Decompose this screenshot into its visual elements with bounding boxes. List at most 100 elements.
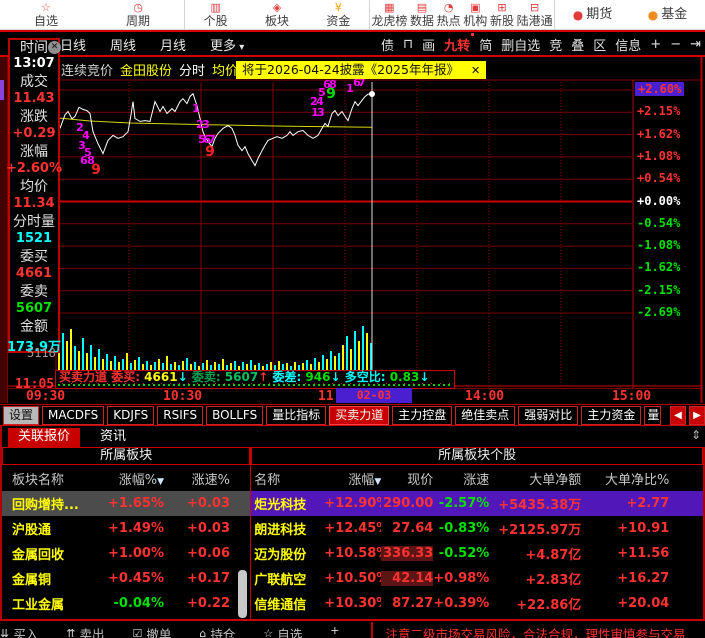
volume-bar [330,351,332,371]
scrollbar-thumb[interactable] [238,570,247,618]
chart-header-seg-0: 连续竞价 [61,64,114,79]
tab-BOLLFS[interactable]: BOLLFS [206,406,264,425]
tab-MACDFS[interactable]: MACDFS [42,406,105,425]
table-row[interactable]: 朗进科技 +12.45% 27.64 -0.83% +2125.97万 +10.91 [251,516,703,541]
remove-watch-menu[interactable]: 删自选 [501,35,540,54]
subtab-关联报价[interactable]: 关联报价 [8,428,81,447]
add-button[interactable]: + [330,622,343,637]
collapse-icon[interactable]: ⇥ [690,37,701,52]
tab-量比指标[interactable]: 量比指标 [266,406,327,425]
quote-panel[interactable]: 时间 ✕ 13:07 成交 11.43 涨跌 +0.29 涨幅 +2.60% 均价 11.34… [6,38,62,355]
power-sparkline [58,384,452,386]
toolbar-item-热点[interactable]: ◔ 热点 [437,2,461,27]
menu-item-日线[interactable]: 日线 [60,35,86,54]
close-icon[interactable]: ✕ [471,64,480,77]
toolbar-item-数据[interactable]: ▤ 数据 [410,2,434,27]
column-header-涨幅%[interactable]: 涨幅%▼ [104,469,164,488]
bond-menu[interactable]: 债 [381,35,394,54]
column-header-现价[interactable]: 现价 [381,469,433,488]
nine-turn-marker-9: 9 [205,144,215,160]
tab-强弱对比[interactable]: 强弱对比 [518,406,579,425]
watchlist-button[interactable]: ☆ 自选 [263,622,302,638]
tab-KDJFS[interactable]: KDJFS [107,406,155,425]
tab-设置[interactable]: 设置 [3,406,40,425]
close-icon[interactable]: ✕ [48,41,61,54]
table-row[interactable]: 金属回收 +1.00% +0.06 [2,541,250,566]
table-cell: 87.27 [392,596,434,611]
simple-menu[interactable]: 简 [479,35,492,54]
sub-tabs: 关联报价 资讯 ⇕ [0,426,705,447]
table-row[interactable]: 沪股通 +1.49% +0.03 [2,516,250,541]
toolbar-item-板块[interactable]: ◈ 板块 [265,2,289,27]
statusbar-divider [371,622,374,638]
tab-绝佳卖点[interactable]: 绝佳卖点 [455,406,516,425]
quote-value-委买: 4661 [15,266,53,281]
toolbar-item-龙虎榜[interactable]: ▦ 龙虎榜 [371,2,407,27]
quote-value-涨幅: +2.60% [6,161,62,176]
axis-label-+2.60%: +2.60% [635,82,685,96]
menu-item-更多[interactable]: 更多 ▾ [210,35,244,54]
toolbar-item-个股[interactable]: ▥ 个股 [204,2,228,27]
table-row[interactable]: 回购增持... +1.65% +0.03 [2,491,251,516]
tabs-scroll-right-icon[interactable]: ▶ [689,406,705,425]
column-header-涨速%[interactable]: 涨速% [164,469,230,488]
subtab-资讯[interactable]: 资讯 [90,428,136,447]
nine-turn-marker-1: 1 [192,102,200,115]
table-row[interactable]: 迈为股份 +10.58%336.33 -0.52% +4.87亿 +11.56 [251,541,703,566]
toolbar-item-机构[interactable]: ▣ 机构 [463,2,487,27]
table-row[interactable]: 广联航空 +10.50%42.14+0.98% +2.83亿 +16.27 [251,566,703,591]
table-cell: +1.00% [108,546,164,561]
quote-value-分时量: 1521 [15,231,53,246]
axis-label-+0.00%: +0.00% [637,193,681,208]
menu-item-周线[interactable]: 周线 [110,35,136,54]
draw-menu[interactable]: 画 [422,35,435,54]
column-header-名称[interactable]: 名称 [254,469,324,488]
chart-header-seg-2: 分时 [179,64,206,79]
tab-量[interactable]: 量 [644,406,662,425]
table-row[interactable]: 工业金属 -0.04% +0.22 [2,591,250,616]
table-cell: +0.22 [187,596,230,611]
toolbar-item-自选[interactable]: ☆ 自选 [34,2,58,27]
cancel-order-button[interactable]: ☑ 撤单 [132,622,171,638]
scroll-toggle-icon[interactable]: ⇕ [691,428,701,442]
toolbar-item-周期[interactable]: ◷ 周期 [126,2,150,27]
tab-主力资金[interactable]: 主力资金 [581,406,642,425]
overlay-menu[interactable]: 叠 [571,35,584,54]
toolbar-item-资金[interactable]: ¥ 资金 [326,2,350,27]
toolbar-item-陆港通[interactable]: ⊟ 陆港通 [517,2,553,27]
ipo-icon: ⊞ [497,1,507,14]
tab-RSIFS[interactable]: RSIFS [157,406,204,425]
toolbar-item-基金[interactable]: ● 基金 [648,8,688,21]
table-row[interactable]: 炬光科技 +12.90%290.00 -2.57% +5435.38万 +2.77 [251,491,703,516]
intraday-chart[interactable]: 24356 89123567913245689 1 67 [0,57,705,403]
column-header-涨幅[interactable]: 涨幅▼ [324,469,381,488]
toolbar-item-label: 自选 [33,14,58,28]
info-menu[interactable]: 信息 [615,35,641,54]
toolbar-item-期货[interactable]: ● 期货 [573,8,613,21]
tab-主力控盘[interactable]: 主力控盘 [392,406,453,425]
volume-bar [342,345,344,371]
clock-icon: ◷ [133,1,143,14]
toolbar-item-新股[interactable]: ⊞ 新股 [490,2,514,27]
column-header-大单净额[interactable]: 大单净额 [489,469,581,488]
table-row[interactable]: 信维通信 +10.30% 87.27+0.39% +22.86亿 +20.04 [251,591,703,616]
nine-turn-menu[interactable]: 九转 [444,33,475,54]
tab-买卖力道[interactable]: 买卖力道 [329,406,390,425]
announcement-banner[interactable]: 将于2026-04-24披露《2025年年报》 ✕ [236,61,487,79]
zone-menu[interactable]: 区 [593,35,606,54]
auction-menu[interactable]: 竞 [549,35,562,54]
buy-button[interactable]: ⇊ 买入 [0,622,38,638]
sell-button[interactable]: ⇈ 卖出 [66,622,104,638]
table-row[interactable]: 金属铜 +0.45% +0.17 [2,566,250,591]
lock-icon[interactable]: ⊓ [403,37,413,52]
column-header-涨速[interactable]: 涨速 [433,469,489,488]
positions-button[interactable]: ⌂ 持仓 [199,622,235,638]
zoom-in-icon[interactable]: + [650,37,661,52]
average-price-line [59,117,373,128]
menu-item-月线[interactable]: 月线 [160,35,186,54]
power-indicator-window[interactable]: 买卖力道 委买: 4661↓ 委卖: 5607↑ 委差: 946↓ 多空比: 0… [55,370,455,389]
zoom-out-icon[interactable]: − [670,37,681,52]
tabs-scroll-left-icon[interactable]: ◀ [670,406,686,425]
column-header-板块名称[interactable]: 板块名称 [12,469,104,488]
column-header-大单净比%[interactable]: 大单净比% [581,469,669,488]
